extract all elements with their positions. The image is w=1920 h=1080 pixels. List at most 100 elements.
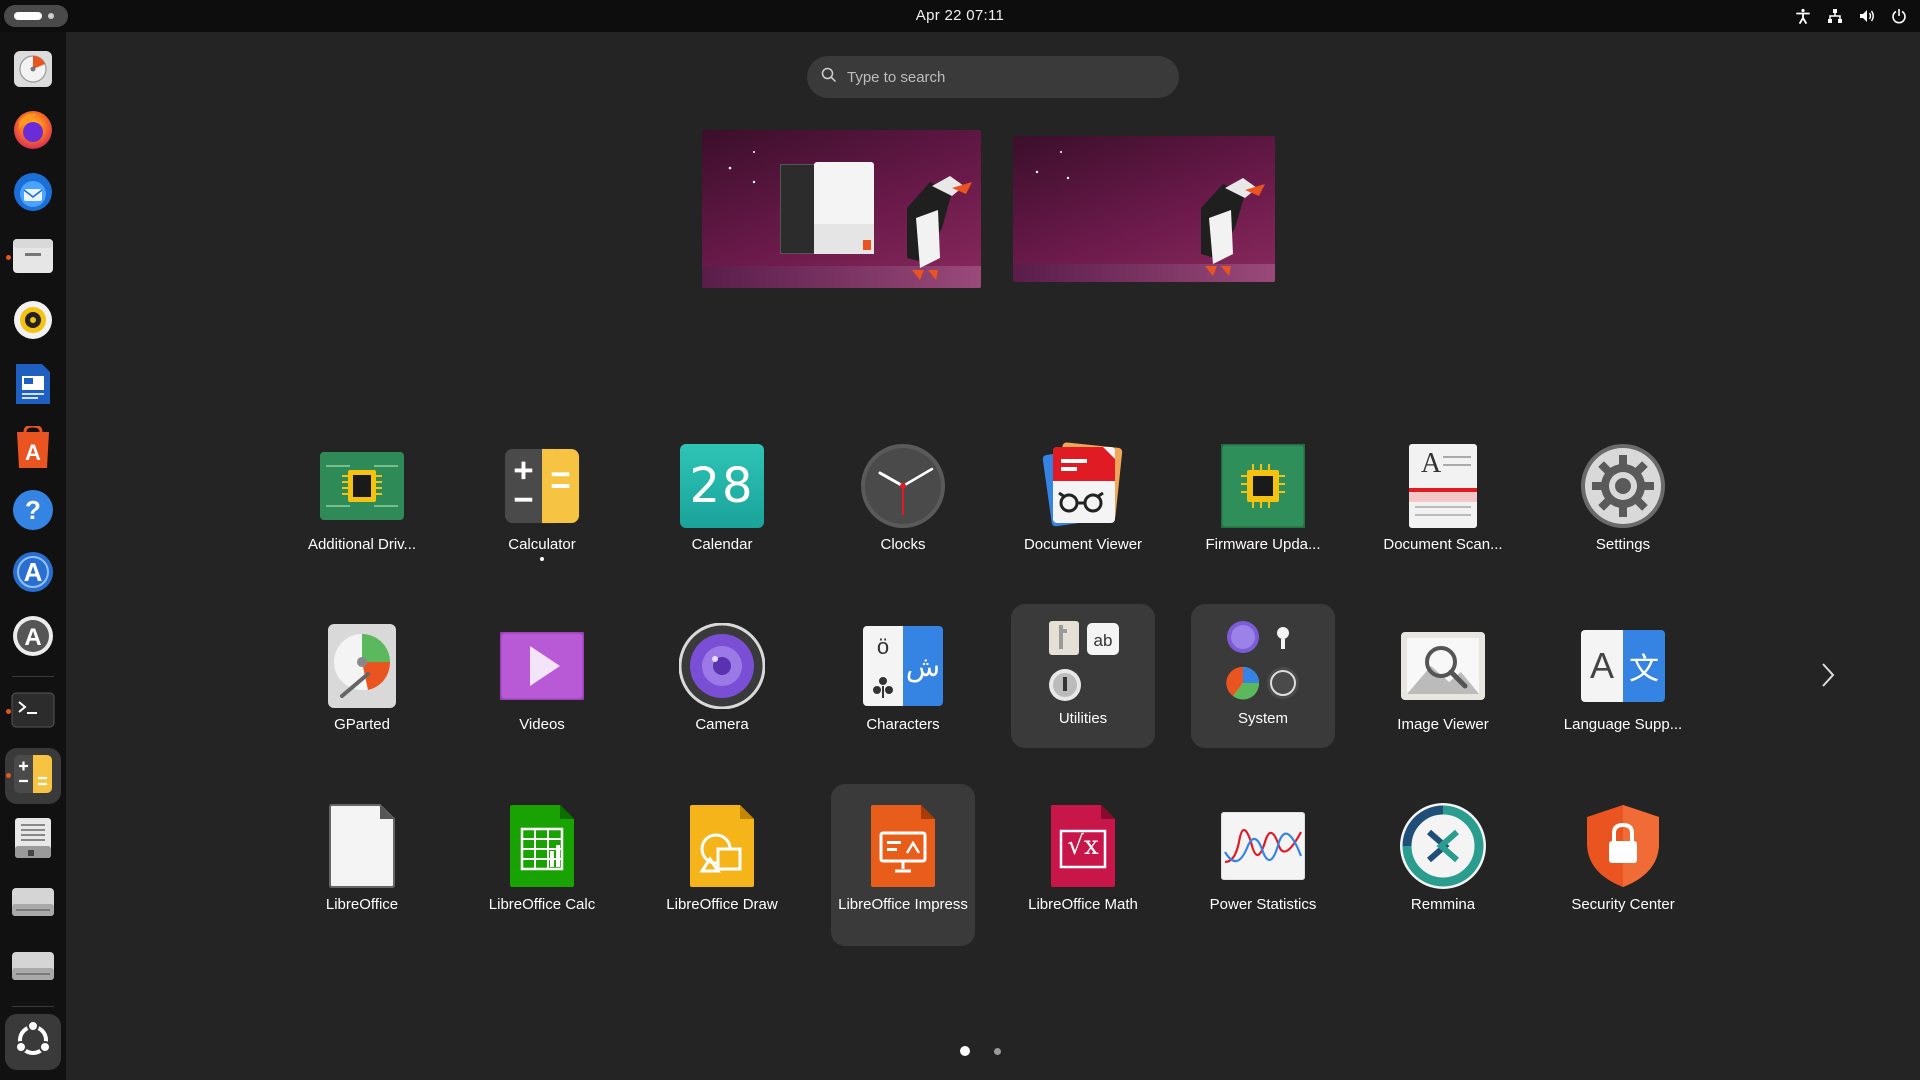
app-label: Language Supp...	[1563, 716, 1683, 733]
app-label: Calculator	[508, 536, 576, 553]
app-settings[interactable]: Settings	[1551, 432, 1695, 578]
top-bar: Apr 22 07:11	[0, 0, 1920, 32]
app-clocks[interactable]: Clocks	[831, 432, 975, 578]
math-glyph: √x	[1067, 831, 1099, 861]
app-libreoffice-draw[interactable]: LibreOffice Draw	[650, 792, 794, 938]
app-center-icon: A	[13, 423, 53, 475]
app-label: Firmware Upda...	[1205, 536, 1321, 553]
running-indicator	[540, 557, 544, 561]
show-apps-icon	[12, 1019, 54, 1066]
app-label: LibreOffice Draw	[666, 896, 778, 913]
folder-icon: ab	[1039, 618, 1127, 706]
search-input[interactable]	[847, 68, 1147, 86]
app-document-scanner[interactable]: A Document Scan...	[1371, 432, 1515, 578]
app-libreoffice[interactable]: LibreOffice	[290, 792, 434, 938]
app-label: Document Scan...	[1383, 536, 1503, 553]
app-gparted[interactable]: GParted	[290, 612, 434, 758]
app-libreoffice-impress[interactable]: LibreOffice Impress	[831, 784, 975, 946]
dock-item-disk-usage[interactable]	[5, 42, 61, 98]
character-glyph: ö	[876, 634, 890, 659]
calendar-icon: 28	[678, 442, 766, 530]
dock-item-drive-2[interactable]	[5, 940, 61, 996]
chip-icon	[318, 442, 406, 530]
app-language-support[interactable]: A 文 Language Supp...	[1551, 612, 1695, 758]
app-label: LibreOffice Calc	[488, 896, 596, 913]
security-icon	[1579, 802, 1667, 890]
folder-system[interactable]: System	[1191, 604, 1335, 748]
app-calendar[interactable]: 28 Calendar	[650, 432, 794, 578]
dock-item-thunderbird[interactable]	[5, 166, 61, 222]
app-characters[interactable]: ö ش Characters	[831, 612, 975, 758]
system-tray[interactable]	[1794, 0, 1908, 32]
page-dot-inactive[interactable]	[994, 1047, 1001, 1055]
gparted-icon	[318, 622, 406, 710]
app-calculator[interactable]: Calculator	[470, 432, 614, 578]
next-page-button[interactable]	[1818, 660, 1838, 690]
help-icon: ?	[11, 488, 55, 537]
network-icon[interactable]	[1826, 7, 1844, 25]
page-dot-active[interactable]	[960, 1046, 970, 1056]
dock-item-drive-1[interactable]	[5, 876, 61, 932]
app-store-icon: A	[11, 614, 55, 663]
app-label: Camera	[695, 716, 749, 733]
videos-icon	[498, 622, 586, 710]
app-label: Characters	[866, 716, 940, 733]
dock-item-calculator[interactable]	[5, 748, 61, 804]
workspace-thumbnail-1[interactable]	[702, 130, 981, 288]
dock-item-firefox[interactable]	[5, 104, 61, 160]
writer-icon	[14, 362, 52, 411]
dock-item-terminal[interactable]	[5, 684, 61, 740]
app-document-viewer[interactable]: Document Viewer	[1011, 432, 1155, 578]
app-label: GParted	[334, 716, 390, 733]
dock-item-help[interactable]: ?	[5, 484, 61, 540]
dock-item-rhythmbox[interactable]	[5, 294, 61, 350]
clock[interactable]: Apr 22 07:11	[0, 0, 1920, 32]
firmware-icon	[1219, 442, 1307, 530]
app-camera[interactable]: Camera	[650, 612, 794, 758]
app-label: LibreOffice Math	[1028, 896, 1138, 913]
language-glyph: A	[1589, 645, 1614, 686]
app-libreoffice-calc[interactable]: LibreOffice Calc	[470, 792, 614, 938]
folder-utilities[interactable]: ab Utilities	[1011, 604, 1155, 748]
power-icon[interactable]	[1890, 7, 1908, 25]
app-image-viewer[interactable]: Image Viewer	[1371, 612, 1515, 758]
impress-icon	[859, 802, 947, 890]
search-bar[interactable]	[807, 56, 1179, 98]
app-firmware-updater[interactable]: Firmware Upda...	[1191, 432, 1335, 578]
clock-icon	[859, 442, 947, 530]
app-libreoffice-math[interactable]: √x LibreOffice Math	[1011, 792, 1155, 938]
app-label: Utilities	[1058, 710, 1108, 727]
calendar-day: 28	[689, 458, 755, 514]
running-indicator	[6, 255, 11, 260]
dock-item-text-editor[interactable]	[5, 812, 61, 868]
app-power-statistics[interactable]: Power Statistics	[1191, 792, 1335, 938]
dock-item-writer[interactable]	[5, 358, 61, 414]
calc-icon	[498, 802, 586, 890]
show-apps-button[interactable]	[5, 1014, 61, 1070]
disk-usage-icon	[12, 47, 54, 94]
running-indicator	[6, 709, 11, 714]
svg-text:A: A	[24, 557, 43, 587]
image-viewer-icon	[1399, 622, 1487, 710]
libreoffice-icon	[318, 802, 406, 890]
app-label: Image Viewer	[1397, 716, 1489, 733]
files-icon	[11, 236, 55, 281]
svg-text:ab: ab	[1094, 631, 1113, 650]
svg-text:A: A	[1421, 448, 1442, 479]
dock-item-app-center[interactable]: A	[5, 422, 61, 478]
accessibility-icon[interactable]	[1794, 7, 1812, 25]
remmina-icon	[1399, 802, 1487, 890]
character-glyph: ش	[905, 649, 941, 683]
app-remmina[interactable]: Remmina	[1371, 792, 1515, 938]
app-videos[interactable]: Videos	[470, 612, 614, 758]
app-additional-drivers[interactable]: Additional Driv...	[290, 432, 434, 578]
workspace-thumbnail-2[interactable]	[1013, 136, 1275, 282]
dock-item-files[interactable]	[5, 230, 61, 286]
power-stats-icon	[1219, 802, 1307, 890]
app-label: Power Statistics	[1209, 896, 1317, 913]
rhythmbox-icon	[12, 299, 54, 346]
app-security-center[interactable]: Security Center	[1551, 792, 1695, 938]
dock-item-app-store[interactable]: A	[5, 610, 61, 666]
volume-icon[interactable]	[1858, 7, 1876, 25]
dock-item-software-updater[interactable]: A	[5, 546, 61, 602]
